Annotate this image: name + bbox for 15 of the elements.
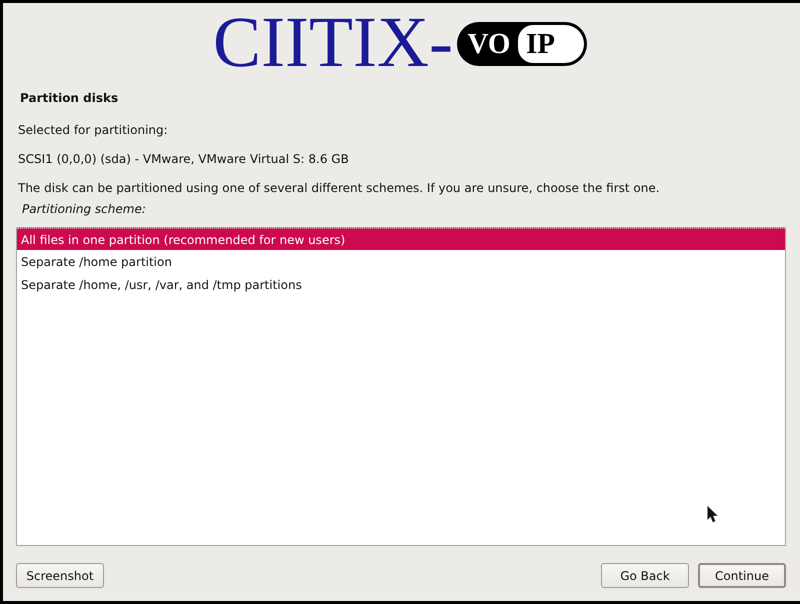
logo-badge-text: VO xyxy=(466,27,512,62)
description-text: The disk can be partitioned using one of several different schemes. If you are unsure, choose the first one. xyxy=(18,180,661,196)
page-title: Partition disks xyxy=(20,90,120,106)
continue-button[interactable]: Continue xyxy=(698,563,786,588)
logo-text: CIITIX- xyxy=(213,6,453,78)
description-text: SCSI1 (0,0,0) (sda) - VMware, VMware Virtual S: 8.6 GB xyxy=(18,151,350,167)
screenshot-button[interactable]: Screenshot xyxy=(16,563,104,588)
list-label: Partitioning scheme: xyxy=(22,201,147,217)
logo-badge-text: IP xyxy=(518,25,584,63)
back-button[interactable]: Go Back xyxy=(601,563,689,588)
scheme-option[interactable]: All files in one partition (recommended for new users) xyxy=(17,228,785,250)
scheme-option[interactable]: Separate /home, /usr, /var, and /tmp partitions xyxy=(17,274,785,297)
mouse-pointer-icon xyxy=(707,506,718,523)
description-text: Selected for partitioning: xyxy=(18,122,169,138)
scheme-option[interactable]: Separate /home partition xyxy=(17,251,785,274)
